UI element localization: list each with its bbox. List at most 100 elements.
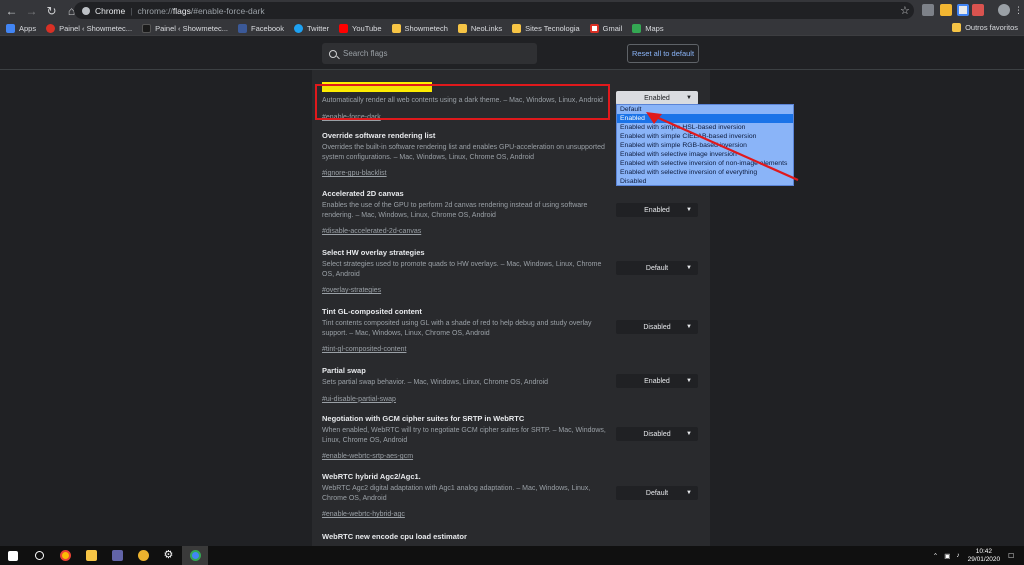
flag-link[interactable]: #disable-accelerated-2d-canvas (322, 228, 421, 235)
chrome-icon[interactable] (52, 546, 78, 565)
clock-date: 29/01/2020 (967, 555, 1001, 563)
flag-link[interactable]: #ignore-gpu-blacklist (322, 170, 387, 177)
bookmark-label: NeoLinks (470, 23, 503, 33)
youtube-icon (339, 23, 349, 33)
select-value: Default (645, 264, 669, 272)
slack-icon[interactable] (130, 546, 156, 565)
extension-icon[interactable] (940, 4, 952, 16)
folder-icon (952, 23, 962, 32)
flag-link[interactable]: #tint-gl-composited-content (322, 346, 406, 353)
annotation-box (315, 84, 610, 120)
bookmark-label: YouTube (352, 23, 382, 33)
flag-select[interactable]: Default ▼ (616, 486, 698, 500)
select-value: Default (645, 489, 669, 497)
flag-select[interactable]: Default ▼ (616, 261, 698, 275)
caret-down-icon: ▼ (686, 324, 692, 330)
arrow-line (653, 114, 799, 182)
bookmark-youtube[interactable]: YouTube (339, 23, 382, 33)
bookmark-apps[interactable]: Apps (6, 23, 36, 33)
caret-down-icon: ▼ (686, 378, 692, 384)
bookmark-twitter[interactable]: Twitter (293, 23, 330, 33)
flag-item: Override software rendering list Overrid… (322, 131, 612, 180)
bookmark-item[interactable]: Painel ‹ Showmetec... (142, 23, 228, 33)
bookmark-label: Facebook (251, 23, 284, 33)
caret-down-icon: ▼ (686, 207, 692, 213)
url-separator: | (130, 5, 133, 16)
select-value: Enabled (644, 377, 670, 385)
search-icon[interactable] (26, 546, 52, 565)
flag-select[interactable]: Disabled ▼ (616, 320, 698, 334)
flag-description: Tint contents composited using GL with a… (322, 320, 592, 337)
extension-icon[interactable] (972, 4, 984, 16)
flag-title: WebRTC hybrid Agc2/Agc1. (322, 472, 421, 481)
flag-link[interactable]: #ui-disable-partial-swap (322, 396, 396, 403)
bookmark-folder[interactable]: NeoLinks (457, 23, 503, 33)
settings-gear-icon[interactable]: ⚙ (156, 546, 182, 565)
bookmark-label: Painel ‹ Showmetec... (59, 23, 133, 33)
reload-icon[interactable]: ↻ (43, 2, 60, 19)
flag-select[interactable]: Enabled ▼ (616, 203, 698, 217)
annotation-arrow (646, 112, 799, 182)
reset-all-button[interactable]: Reset all to default (627, 44, 699, 63)
bookmark-item[interactable]: Painel ‹ Showmetec... (46, 23, 133, 33)
extension-icon[interactable] (922, 4, 934, 16)
bookmark-maps[interactable]: Maps (632, 23, 664, 33)
site-name: Chrome (95, 5, 126, 16)
bookmark-star-icon[interactable]: ☆ (900, 4, 910, 17)
forward-icon[interactable]: → (23, 2, 40, 19)
avatar[interactable] (998, 4, 1010, 16)
chrome-site-icon (82, 6, 90, 15)
bookmark-label: Outros favoritos (965, 23, 1018, 32)
flag-link[interactable]: #enable-webrtc-hybrid-agc (322, 511, 405, 518)
flag-description: Enables the use of the GPU to perform 2d… (322, 202, 588, 219)
tray-chevron-icon[interactable]: ⌃ (933, 552, 938, 560)
bookmark-facebook[interactable]: Facebook (238, 23, 284, 33)
gmail-icon (589, 23, 599, 33)
flag-link[interactable]: #enable-webrtc-srtp-aes-gcm (322, 453, 413, 460)
select-value: Disabled (643, 430, 671, 438)
bookmark-folder[interactable]: Sites Tecnologia (512, 23, 580, 33)
caret-down-icon: ▼ (686, 431, 692, 437)
caret-down-icon: ▼ (686, 490, 692, 496)
flag-description: Sets partial swap behavior. – Mac, Windo… (322, 379, 549, 386)
maps-icon (632, 23, 642, 33)
back-icon[interactable]: ← (3, 2, 20, 19)
flag-link[interactable]: #overlay-strategies (322, 287, 381, 294)
clock-time: 10:42 (975, 547, 993, 555)
flag-item: WebRTC hybrid Agc2/Agc1. WebRTC Agc2 dig… (322, 472, 612, 521)
flag-title: Partial swap (322, 366, 366, 375)
flag-item: WebRTC new encode cpu load estimator (322, 532, 612, 544)
search-input[interactable]: Search flags (322, 43, 537, 64)
search-placeholder: Search flags (343, 49, 388, 58)
folder-icon (457, 23, 467, 33)
flag-title: Select HW overlay strategies (322, 248, 425, 257)
flag-description: WebRTC Agc2 digital adaptation with Agc1… (322, 485, 591, 502)
windows-start-icon[interactable] (0, 546, 26, 565)
app-icon[interactable] (104, 546, 130, 565)
flag-item: Accelerated 2D canvas Enables the use of… (322, 189, 612, 238)
flag-select-force-dark[interactable]: Enabled ▼ (616, 91, 698, 105)
apps-grid-icon (6, 23, 15, 33)
bookmark-gmail[interactable]: Gmail (589, 23, 622, 33)
flag-title: Tint GL-composited content (322, 307, 422, 316)
folder-icon (512, 23, 522, 33)
chrome-active-icon[interactable] (182, 546, 208, 565)
bookmark-other[interactable]: Outros favoritos (952, 23, 1018, 32)
flag-item: Negotiation with GCM cipher suites for S… (322, 414, 612, 463)
facebook-icon (238, 23, 248, 33)
volume-icon[interactable]: ♪ (956, 552, 959, 559)
flag-select[interactable]: Enabled ▼ (616, 374, 698, 388)
file-explorer-icon[interactable] (78, 546, 104, 565)
select-value: Enabled (644, 206, 670, 214)
bookmark-label: Twitter (306, 23, 330, 33)
clock[interactable]: 10:42 29/01/2020 (968, 548, 1001, 564)
extension-icon[interactable] (957, 4, 969, 16)
menu-icon[interactable]: ⋮ (1014, 4, 1023, 16)
flag-title: Override software rendering list (322, 131, 436, 140)
address-bar[interactable]: Chrome | chrome://flags/#enable-force-da… (74, 2, 914, 19)
flag-select[interactable]: Disabled ▼ (616, 427, 698, 441)
notification-icon[interactable]: ☐ (1008, 552, 1014, 560)
bookmark-folder[interactable]: Showmetech (391, 23, 448, 33)
network-icon[interactable]: ▣ (944, 552, 950, 560)
bookmark-label: Maps (645, 23, 664, 33)
